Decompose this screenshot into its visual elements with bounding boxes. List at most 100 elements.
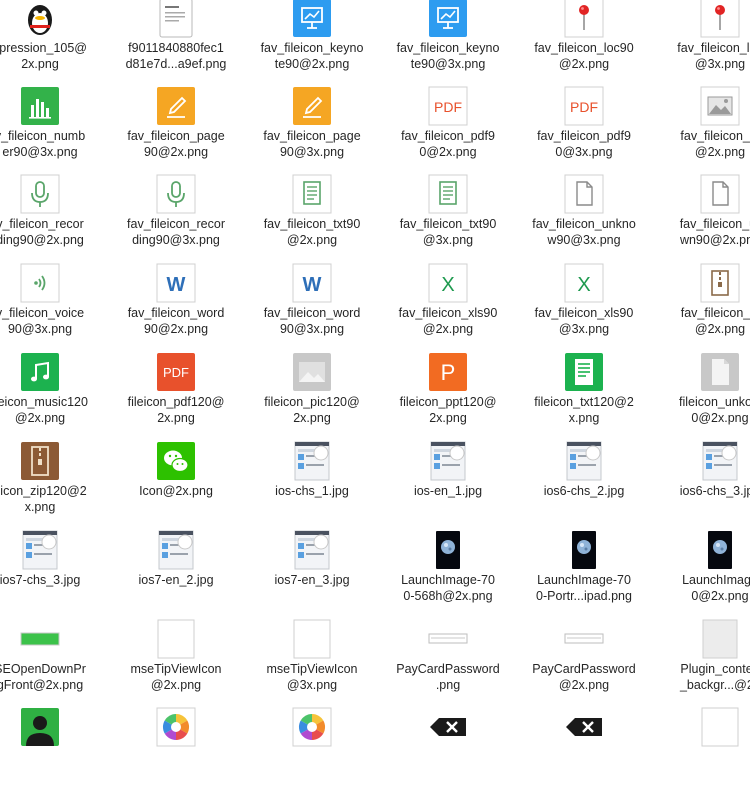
screenshot-thumbnail-icon[interactable]: [700, 441, 740, 481]
excel-icon[interactable]: X: [428, 263, 468, 303]
screenshot-thumbnail-icon[interactable]: [292, 441, 332, 481]
picture-icon-large[interactable]: [292, 352, 332, 392]
file-item[interactable]: SEOpenDownPr gFront@2x.png: [0, 619, 105, 708]
file-item[interactable]: [247, 707, 377, 796]
file-item[interactable]: Plugin_conten _backgr...@2x: [655, 619, 750, 708]
picture-icon[interactable]: [700, 86, 740, 126]
unknown-file-icon[interactable]: [700, 174, 740, 214]
word-icon[interactable]: W: [156, 263, 196, 303]
file-item[interactable]: PDF fav_fileicon_pdf9 0@3x.png: [519, 86, 649, 175]
plugin-background-icon[interactable]: [700, 619, 740, 659]
file-item[interactable]: fav_fileicon_txt90 @2x.png: [247, 174, 377, 263]
pdf-icon[interactable]: PDF: [428, 86, 468, 126]
file-item[interactable]: LaunchImage 0@2x.png: [655, 530, 750, 619]
file-item[interactable]: ileicon_music120 @2x.png: [0, 352, 105, 441]
launch-image-icon[interactable]: [700, 530, 740, 570]
pages-pencil-icon[interactable]: [292, 86, 332, 126]
location-pin-icon[interactable]: [564, 0, 604, 38]
file-item[interactable]: fav_fileicon_zi @2x.png: [655, 263, 750, 352]
file-item[interactable]: [111, 707, 241, 796]
unknown-file-icon[interactable]: [564, 174, 604, 214]
file-item[interactable]: fav_fileicon_txt90 @3x.png: [383, 174, 513, 263]
file-item[interactable]: LaunchImage-70 0-568h@2x.png: [383, 530, 513, 619]
screenshot-thumbnail-icon[interactable]: [156, 530, 196, 570]
photos-aperture-icon[interactable]: [156, 707, 196, 747]
zip-icon[interactable]: [700, 263, 740, 303]
microphone-icon[interactable]: [20, 174, 60, 214]
launch-image-icon[interactable]: [428, 530, 468, 570]
pdf-icon-large[interactable]: PDF: [156, 352, 196, 392]
keynote-icon[interactable]: [292, 0, 332, 38]
file-item[interactable]: fav_fileicon_page 90@3x.png: [247, 86, 377, 175]
file-item[interactable]: ios7-en_3.jpg: [247, 530, 377, 619]
file-item[interactable]: fav_fileicon_keyno te90@2x.png: [247, 0, 377, 87]
file-item[interactable]: mseTipViewIcon @2x.png: [111, 619, 241, 708]
powerpoint-icon[interactable]: P: [428, 352, 468, 392]
unknown-file-icon-large[interactable]: [700, 352, 740, 392]
file-item[interactable]: fav_fileicon_recor ding90@3x.png: [111, 174, 241, 263]
file-item[interactable]: ios7-chs_3.jpg: [0, 530, 105, 619]
screenshot-thumbnail-icon[interactable]: [564, 441, 604, 481]
numbers-chart-icon[interactable]: [20, 86, 60, 126]
keynote-icon[interactable]: [428, 0, 468, 38]
file-item[interactable]: eicon_zip120@2 x.png: [0, 441, 105, 530]
file-item[interactable]: ios6-chs_2.jpg: [519, 441, 649, 530]
file-item[interactable]: Xfav_fileicon_xls90 @3x.png: [519, 263, 649, 352]
file-item[interactable]: ios6-chs_3.jpg: [655, 441, 750, 530]
delete-key-icon[interactable]: [564, 707, 604, 747]
qq-penguin-icon[interactable]: [20, 0, 60, 38]
delete-key-icon[interactable]: [428, 707, 468, 747]
microphone-icon[interactable]: [156, 174, 196, 214]
text-file-icon[interactable]: [292, 174, 332, 214]
wechat-icon[interactable]: [156, 441, 196, 481]
screenshot-thumbnail-icon[interactable]: [292, 530, 332, 570]
file-item[interactable]: Pfileicon_ppt120@ 2x.png: [383, 352, 513, 441]
file-item[interactable]: fav_fileicon_ur wn90@2x.png: [655, 174, 750, 263]
file-item[interactable]: PayCardPassword @2x.png: [519, 619, 649, 708]
file-item[interactable]: v_fileicon_recor ding90@2x.png: [0, 174, 105, 263]
blank-image-icon[interactable]: [156, 619, 196, 659]
file-item[interactable]: fav_fileicon_unkno w90@3x.png: [519, 174, 649, 263]
file-item[interactable]: ios7-en_2.jpg: [111, 530, 241, 619]
file-item[interactable]: ios-en_1.jpg: [383, 441, 513, 530]
file-item[interactable]: v_fileicon_voice 90@3x.png: [0, 263, 105, 352]
blank-image-icon[interactable]: [292, 619, 332, 659]
file-item[interactable]: v_fileicon_numb er90@3x.png: [0, 86, 105, 175]
file-item[interactable]: [383, 707, 513, 796]
blank-image-icon[interactable]: [700, 707, 740, 747]
file-item[interactable]: Wfav_fileicon_word 90@3x.png: [247, 263, 377, 352]
file-item[interactable]: f9011840880fec1 d81e7d...a9ef.png: [111, 0, 241, 87]
file-item[interactable]: Xfav_fileicon_xls90 @2x.png: [383, 263, 513, 352]
screenshot-thumbnail-icon[interactable]: [428, 441, 468, 481]
file-item[interactable]: fav_fileicon_loc90 @2x.png: [519, 0, 649, 87]
file-item[interactable]: Wfav_fileicon_word 90@2x.png: [111, 263, 241, 352]
word-icon[interactable]: W: [292, 263, 332, 303]
file-item[interactable]: fav_fileicon_keyno te90@3x.png: [383, 0, 513, 87]
file-item[interactable]: PDF fileicon_pdf120@ 2x.png: [111, 352, 241, 441]
file-item[interactable]: fileicon_pic120@ 2x.png: [247, 352, 377, 441]
zip-icon-large[interactable]: [20, 441, 60, 481]
file-item[interactable]: fav_fileicon_pi @2x.png: [655, 86, 750, 175]
contact-person-icon[interactable]: [20, 707, 60, 747]
file-item[interactable]: xpression_105@ 2x.png: [0, 0, 105, 87]
file-item[interactable]: [655, 707, 750, 796]
green-bar-icon[interactable]: [20, 619, 60, 659]
text-file-icon-large[interactable]: [564, 352, 604, 392]
pages-pencil-icon[interactable]: [156, 86, 196, 126]
password-field-icon[interactable]: [564, 619, 604, 659]
file-item[interactable]: fav_fileicon_loc @3x.png: [655, 0, 750, 87]
file-item[interactable]: ios-chs_1.jpg: [247, 441, 377, 530]
text-file-icon[interactable]: [428, 174, 468, 214]
file-item[interactable]: PDF fav_fileicon_pdf9 0@2x.png: [383, 86, 513, 175]
file-item[interactable]: fileicon_txt120@2 x.png: [519, 352, 649, 441]
file-item[interactable]: [519, 707, 649, 796]
excel-icon[interactable]: X: [564, 263, 604, 303]
document-icon[interactable]: [156, 0, 196, 38]
file-item[interactable]: fav_fileicon_page 90@2x.png: [111, 86, 241, 175]
file-item[interactable]: PayCardPassword .png: [383, 619, 513, 708]
voice-icon[interactable]: [20, 263, 60, 303]
password-field-icon[interactable]: [428, 619, 468, 659]
file-item[interactable]: LaunchImage-70 0-Portr...ipad.png: [519, 530, 649, 619]
launch-image-icon[interactable]: [564, 530, 604, 570]
music-icon[interactable]: [20, 352, 60, 392]
